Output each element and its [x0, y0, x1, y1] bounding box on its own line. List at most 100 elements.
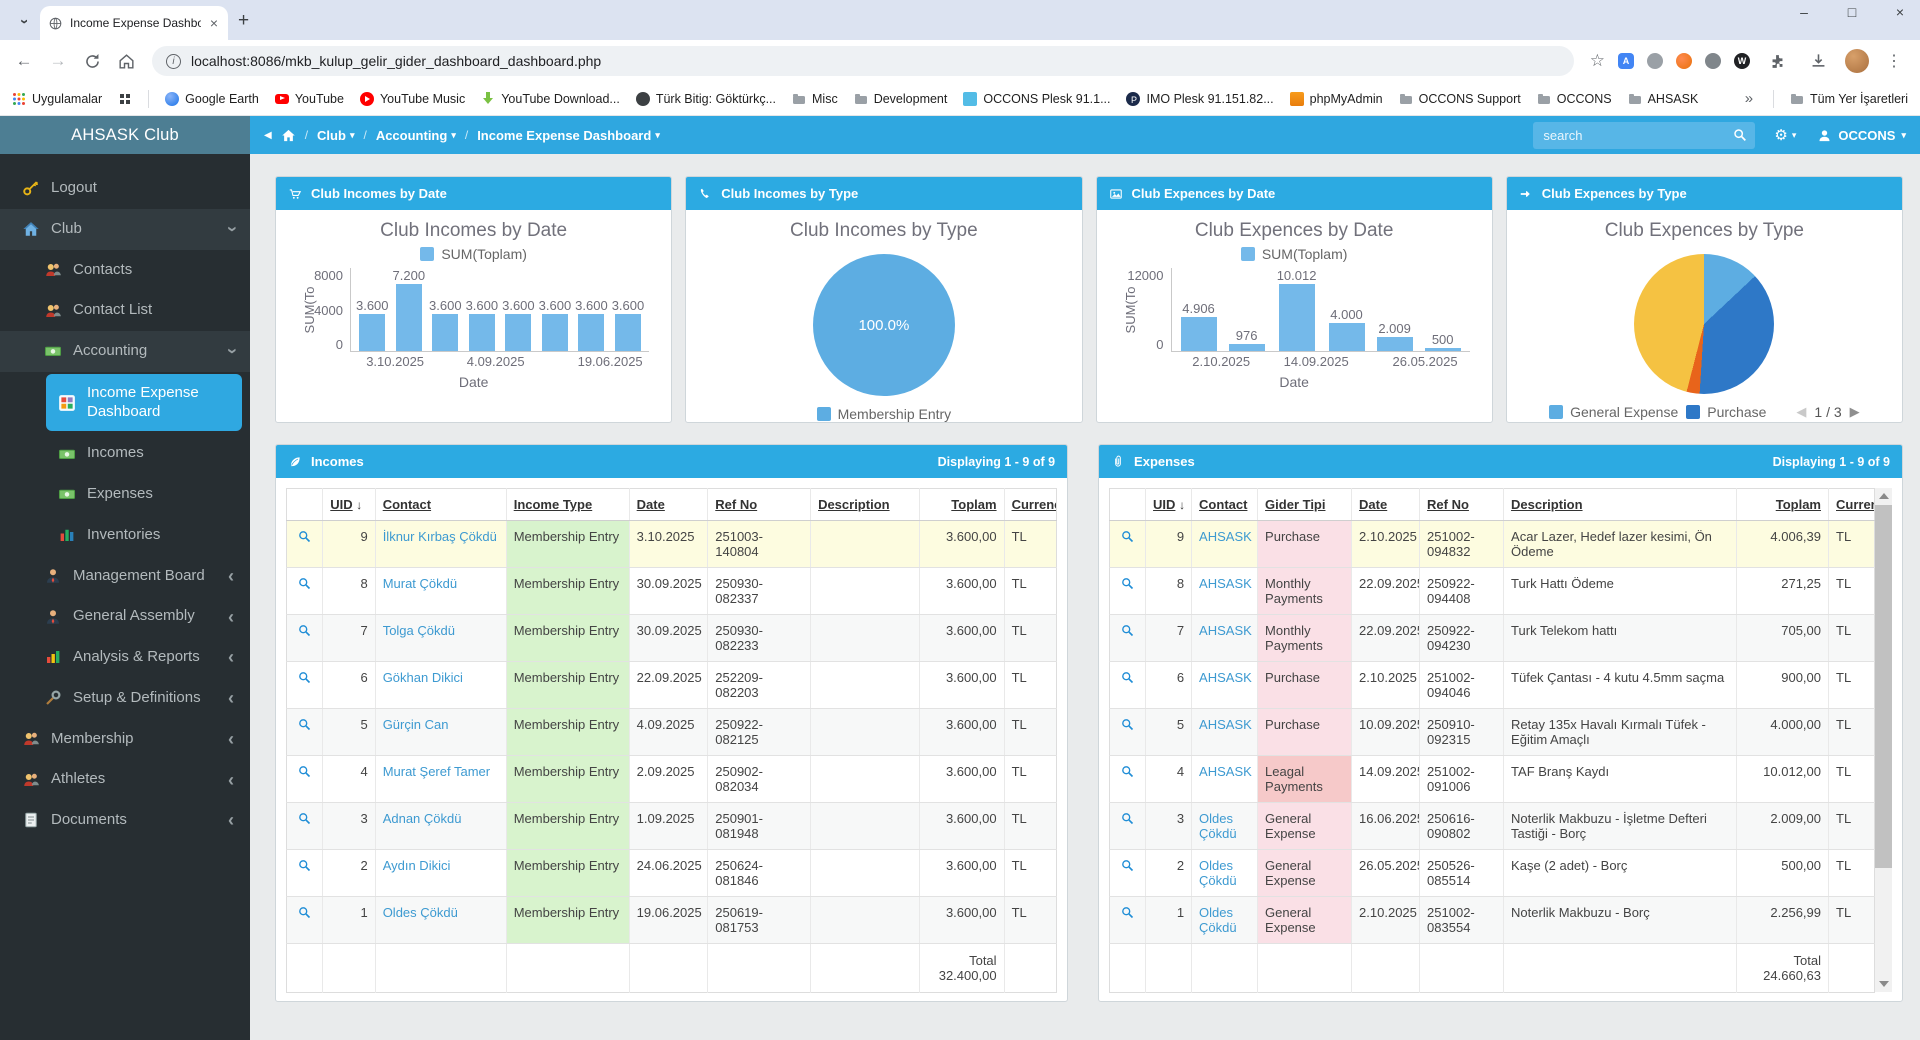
view-row-button[interactable]	[297, 670, 312, 688]
bookmark-item[interactable]: phpMyAdmin	[1289, 91, 1383, 106]
contact-link[interactable]: Murat Çökdü	[383, 576, 457, 591]
wikipedia-extension-icon[interactable]: W	[1734, 53, 1750, 69]
sidebar-item[interactable]: Contacts	[0, 250, 250, 291]
bookmarks-overflow-icon[interactable]: »	[1741, 90, 1757, 107]
column-header-income-type[interactable]: Income Type	[506, 488, 630, 521]
legend-general-expense[interactable]: General Expense	[1549, 404, 1678, 420]
column-header-currency[interactable]: Currency	[1004, 488, 1057, 521]
window-maximize-button[interactable]: □	[1842, 4, 1862, 20]
bookmark-item[interactable]: YouTube Music	[359, 91, 465, 106]
column-header-uid[interactable]: UID ↓	[322, 488, 376, 521]
extensions-puzzle-icon[interactable]	[1763, 47, 1791, 75]
contact-link[interactable]: Oldes Çökdü	[383, 905, 458, 920]
column-header-date[interactable]: Date	[629, 488, 709, 521]
column-header-toplam[interactable]: Toplam	[1736, 488, 1829, 521]
view-row-button[interactable]	[297, 529, 312, 547]
scroll-up-icon[interactable]	[1878, 493, 1889, 499]
sidebar-item[interactable]: Expenses	[0, 474, 250, 515]
view-row-button[interactable]	[1120, 529, 1135, 547]
sidebar-item[interactable]: Documents	[0, 800, 250, 841]
contact-link[interactable]: Adnan Çökdü	[383, 811, 462, 826]
bookmark-item[interactable]: OCCONS	[1537, 92, 1612, 106]
column-header-ref-no[interactable]: Ref No	[707, 488, 812, 521]
contact-link[interactable]: Oldes Çökdü	[1199, 858, 1237, 888]
bookmark-item[interactable]: AHSASK	[1628, 92, 1698, 106]
legend-purchase[interactable]: Purchase	[1686, 404, 1766, 420]
contact-link[interactable]: İlknur Kırbaş Çökdü	[383, 529, 497, 544]
view-row-button[interactable]	[1120, 811, 1135, 829]
sidebar-item[interactable]: Incomes	[0, 433, 250, 474]
sidebar-item[interactable]: Athletes	[0, 759, 250, 800]
sidebar-item[interactable]: Income Expense Dashboard	[46, 373, 242, 432]
pager-next-icon[interactable]: ▶	[1850, 404, 1860, 420]
sidebar-item[interactable]: General Assembly	[0, 596, 250, 637]
chart-legend[interactable]: SUM(Toplam)	[1107, 246, 1482, 262]
column-header-description[interactable]: Description	[1503, 488, 1737, 521]
view-row-button[interactable]	[297, 811, 312, 829]
browser-menu-icon[interactable]: ⋮	[1882, 51, 1906, 71]
user-menu[interactable]: OCCONS ▾	[1817, 128, 1906, 143]
breadcrumb-back-icon[interactable]: ◀	[264, 130, 272, 141]
column-header-description[interactable]: Description	[810, 488, 920, 521]
sidebar-item[interactable]: Accounting	[0, 331, 250, 372]
all-bookmarks-folder[interactable]: Tüm Yer İşaretleri	[1790, 92, 1908, 106]
contact-link[interactable]: AHSASK	[1199, 576, 1252, 591]
bookmark-item[interactable]: YouTube	[274, 92, 344, 106]
window-close-button[interactable]: ×	[1890, 4, 1910, 20]
view-row-button[interactable]	[1120, 576, 1135, 594]
breadcrumb-home-icon[interactable]	[281, 128, 296, 143]
forward-button[interactable]: →	[44, 47, 72, 75]
view-row-button[interactable]	[297, 764, 312, 782]
contact-link[interactable]: AHSASK	[1199, 529, 1252, 544]
bookmark-item[interactable]: Google Earth	[165, 91, 259, 106]
column-header-contact[interactable]: Contact	[1191, 488, 1259, 521]
bookmark-item[interactable]: Development	[854, 92, 947, 106]
translate-icon[interactable]: A	[1618, 53, 1634, 69]
contact-link[interactable]: Gürçin Can	[383, 717, 449, 732]
extension-icon-3[interactable]	[1705, 53, 1721, 69]
settings-gear-button[interactable]: ⚙ ▾	[1774, 126, 1796, 144]
browser-tab[interactable]: Income Expense Dashboard ×	[40, 6, 228, 40]
address-bar[interactable]: i localhost:8086/mkb_kulup_gelir_gider_d…	[152, 46, 1574, 76]
chart-legend[interactable]: SUM(Toplam)	[286, 246, 661, 262]
search-input[interactable]	[1533, 121, 1756, 149]
breadcrumb-accounting[interactable]: Accounting ▾	[376, 128, 456, 143]
view-row-button[interactable]	[1120, 764, 1135, 782]
sidebar-item[interactable]: Management Board	[0, 556, 250, 597]
column-header-date[interactable]: Date	[1351, 488, 1421, 521]
contact-link[interactable]: AHSASK	[1199, 670, 1252, 685]
contact-link[interactable]: Gökhan Dikici	[383, 670, 463, 685]
contact-link[interactable]: Oldes Çökdü	[1199, 905, 1237, 935]
view-row-button[interactable]	[1120, 858, 1135, 876]
view-row-button[interactable]	[297, 858, 312, 876]
tab-close-icon[interactable]: ×	[208, 15, 220, 31]
extension-icon-2[interactable]	[1676, 53, 1692, 69]
sidebar-item[interactable]: Setup & Definitions	[0, 678, 250, 719]
contact-link[interactable]: AHSASK	[1199, 623, 1252, 638]
extension-icon-1[interactable]	[1647, 53, 1663, 69]
profile-avatar[interactable]	[1845, 49, 1869, 73]
contact-link[interactable]: Aydın Dikici	[383, 858, 451, 873]
scroll-down-icon[interactable]	[1878, 981, 1889, 987]
view-row-button[interactable]	[297, 623, 312, 641]
view-row-button[interactable]	[297, 717, 312, 735]
url-text[interactable]: localhost:8086/mkb_kulup_gelir_gider_das…	[191, 53, 601, 69]
pager-prev-icon[interactable]: ◀	[1796, 404, 1806, 420]
view-row-button[interactable]	[1120, 670, 1135, 688]
column-header-toplam[interactable]: Toplam	[919, 488, 1005, 521]
sidebar-item[interactable]: Contact List	[0, 290, 250, 331]
contact-link[interactable]: Tolga Çökdü	[383, 623, 455, 638]
new-tab-button[interactable]: +	[238, 10, 249, 32]
sidebar-item[interactable]: Analysis & Reports	[0, 637, 250, 678]
sidebar-item[interactable]: Club	[0, 208, 250, 250]
column-header-contact[interactable]: Contact	[375, 488, 507, 521]
column-header-currency[interactable]: Currency	[1828, 488, 1875, 521]
bookmark-item[interactable]: Türk Bitig: Göktürkç...	[635, 91, 776, 106]
bookmark-item[interactable]: Misc	[792, 92, 838, 106]
home-button[interactable]	[112, 47, 140, 75]
view-row-button[interactable]	[1120, 623, 1135, 641]
contact-link[interactable]: Oldes Çökdü	[1199, 811, 1237, 841]
contact-link[interactable]: AHSASK	[1199, 717, 1252, 732]
contact-link[interactable]: AHSASK	[1199, 764, 1252, 779]
view-row-button[interactable]	[1120, 717, 1135, 735]
